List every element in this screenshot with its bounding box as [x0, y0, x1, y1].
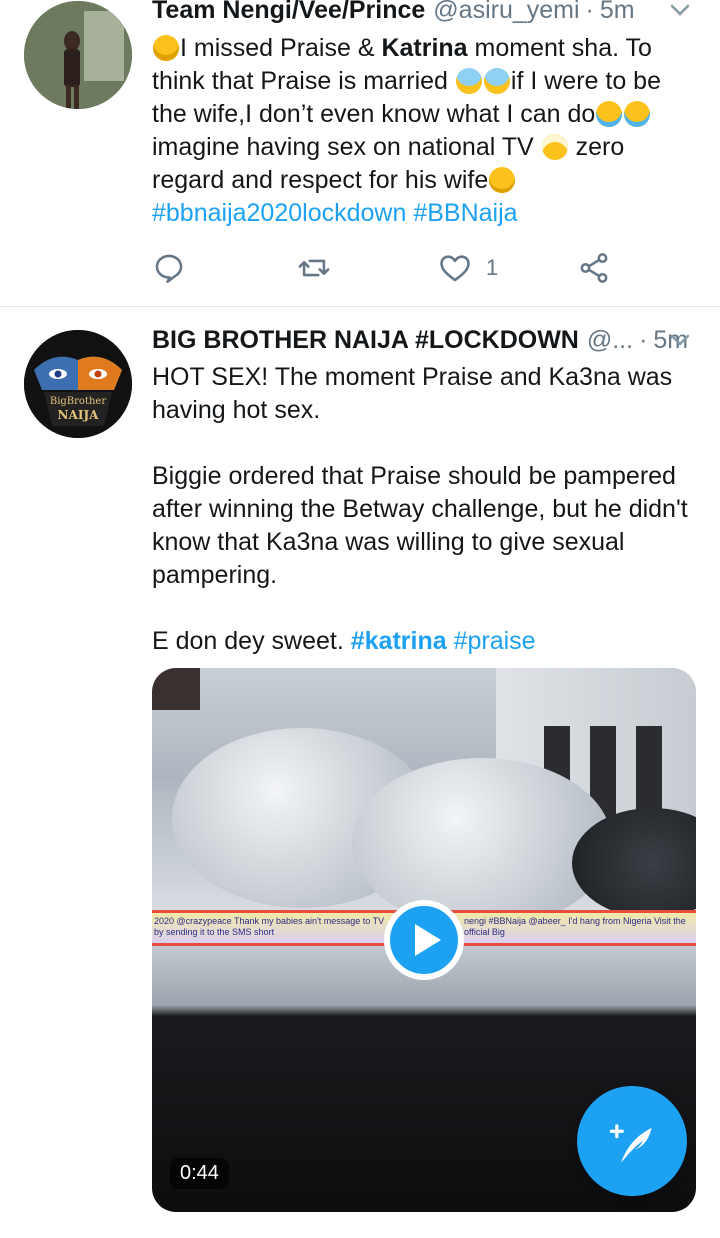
- ticker-text: 2020 @crazypeace Thank my babies ain't m…: [154, 916, 385, 937]
- text-span: imagine having sex on national TV: [152, 133, 541, 161]
- tweet-paragraph: Biggie ordered that Praise should be pam…: [152, 462, 688, 589]
- tweet-line: I missed Praise & Katrina moment sha. To: [152, 32, 702, 65]
- text-span: think that Praise is married: [152, 67, 455, 95]
- timestamp[interactable]: 5m: [600, 0, 635, 25]
- avatar-photo: [24, 1, 132, 109]
- unamused-face-emoji-icon: [489, 167, 516, 193]
- share-icon: [580, 253, 608, 283]
- tweet-text: HOT SEX! The moment Praise and Ka3na was…: [152, 361, 702, 658]
- avatar-text: NAIJA: [58, 408, 100, 422]
- chevron-down-icon[interactable]: [668, 328, 692, 352]
- text-span: the wife,I don’t even know what I can do: [152, 100, 596, 128]
- separator-dot: ·: [639, 326, 648, 354]
- tears-of-joy-emoji-icon: [596, 101, 623, 127]
- author-name[interactable]: BIG BROTHER NAIJA #LOCKDOWN: [152, 326, 579, 355]
- reply-button[interactable]: [152, 251, 186, 285]
- text-span: moment sha. To: [467, 34, 652, 62]
- tears-of-joy-emoji-icon: [624, 101, 651, 127]
- avatar[interactable]: BigBrother NAIJA: [24, 330, 132, 438]
- tweet-header: BIG BROTHER NAIJA #LOCKDOWN @... · 5m: [152, 326, 702, 355]
- author-handle[interactable]: @asiru_yemi: [433, 0, 579, 25]
- retweet-button[interactable]: [297, 251, 331, 285]
- tweet-paragraph: HOT SEX! The moment Praise and Ka3na was…: [152, 363, 673, 424]
- hashtag-link[interactable]: #bbnaija2020lockdown #BBNaija: [152, 199, 518, 227]
- retweet-icon: [298, 259, 330, 277]
- tired-face-emoji-icon: [153, 35, 179, 61]
- separator-dot: ·: [585, 0, 594, 24]
- share-button[interactable]: [577, 251, 611, 285]
- hashtag-link[interactable]: #katrina: [351, 627, 447, 655]
- author-handle[interactable]: @...: [587, 326, 633, 355]
- bbnaija-logo-avatar: BigBrother NAIJA: [24, 330, 132, 438]
- reply-icon: [155, 254, 183, 284]
- tweet-paragraph: E don dey sweet. #katrina #praise: [152, 625, 702, 658]
- screaming-face-emoji-icon: [455, 68, 482, 94]
- compose-feather-icon: [609, 1124, 652, 1163]
- tweet[interactable]: Team Nengi/Vee/Prince @asiru_yemi · 5m I…: [0, 0, 720, 306]
- eye-roll-emoji-icon: [541, 134, 568, 160]
- tweet-header: Team Nengi/Vee/Prince @asiru_yemi · 5m: [152, 0, 702, 25]
- chevron-down-icon[interactable]: [668, 0, 692, 22]
- tweet-actions: 1: [152, 251, 632, 291]
- like-icon: [440, 255, 470, 282]
- tweet-line: the wife,I don’t even know what I can do: [152, 98, 702, 131]
- author-name[interactable]: Team Nengi/Vee/Prince: [152, 0, 425, 25]
- avatar[interactable]: [24, 1, 132, 109]
- play-icon: [415, 924, 441, 956]
- tweet-line: regard and respect for his wife: [152, 164, 702, 197]
- highlighted-keyword: Katrina: [381, 34, 468, 62]
- text-span: if I were to be: [510, 67, 661, 95]
- ticker-text: nengi #BBNaija @abeer_ I'd hang from Nig…: [464, 916, 686, 937]
- hashtag-link[interactable]: #praise: [454, 627, 536, 655]
- play-button[interactable]: [384, 900, 464, 980]
- tweet-line: #bbnaija2020lockdown #BBNaija: [152, 197, 702, 230]
- text-span: zero: [568, 133, 625, 161]
- screaming-face-emoji-icon: [483, 68, 510, 94]
- tweet-line: imagine having sex on national TV zero: [152, 131, 702, 164]
- video-channel-logo: [152, 668, 200, 710]
- text-span: I missed Praise &: [180, 34, 382, 62]
- compose-tweet-button[interactable]: [577, 1086, 687, 1196]
- video-duration: 0:44: [170, 1158, 229, 1189]
- like-count: 1: [486, 255, 499, 280]
- avatar-text: BigBrother: [50, 396, 106, 407]
- tweet-text: I missed Praise & Katrina moment sha. To…: [152, 32, 702, 230]
- video-frame-sheet: [352, 758, 612, 928]
- text-span: E don dey sweet.: [152, 627, 351, 655]
- like-button[interactable]: 1: [438, 251, 498, 285]
- text-span: regard and respect for his wife: [152, 166, 489, 194]
- tweet-divider: [0, 306, 720, 307]
- tweet-line: think that Praise is married if I were t…: [152, 65, 702, 98]
